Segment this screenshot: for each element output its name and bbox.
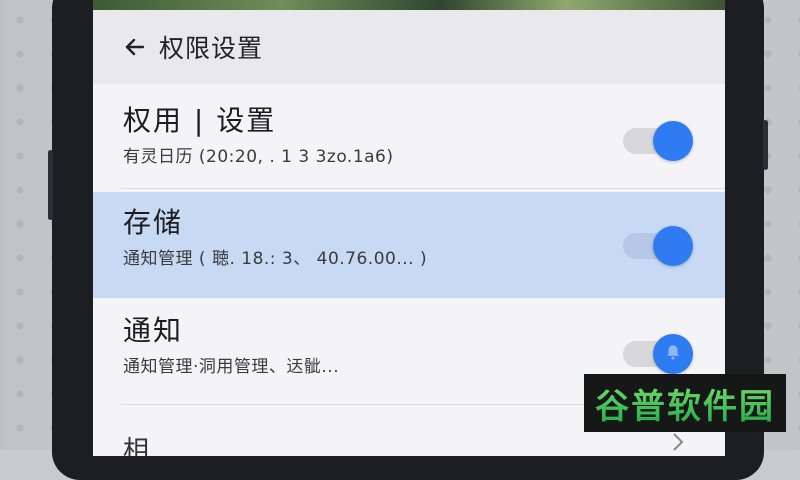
page-title: 权限设置 <box>159 34 264 63</box>
toggle-thumb <box>653 334 693 374</box>
setting-subtitle: 有灵日历 (20:20, . 1 3 3zo.1a6) <box>123 147 394 167</box>
app-header: 权限设置 <box>93 10 725 84</box>
divider <box>121 188 725 189</box>
bell-icon <box>664 343 682 365</box>
setting-row-storage[interactable]: 存储 通知管理 ( 聴. 18.: 3、 40.76.00... ) <box>93 192 725 298</box>
watermark-logo: 谷普软件园 <box>584 374 786 432</box>
chevron-right-icon[interactable] <box>671 432 685 456</box>
watermark-text: 谷普软件园 <box>595 379 775 428</box>
partial-setting-title: 相 <box>123 436 152 456</box>
setting-row-permission[interactable]: 权用 | 设置 有灵日历 (20:20, . 1 3 3zo.1a6) <box>93 84 725 188</box>
setting-subtitle: 通知管理 ( 聴. 18.: 3、 40.76.00... ) <box>123 249 428 269</box>
notification-toggle[interactable] <box>623 334 693 374</box>
storage-toggle[interactable] <box>623 226 693 266</box>
setting-title: 通知 <box>123 314 184 347</box>
side-button <box>48 150 53 220</box>
permission-toggle[interactable] <box>623 121 693 161</box>
toggle-thumb <box>653 121 693 161</box>
arrow-left-icon[interactable] <box>121 33 149 61</box>
setting-title: 存储 <box>123 206 184 239</box>
wallpaper-strip <box>93 0 725 10</box>
side-button <box>763 120 768 170</box>
setting-subtitle: 通知管理·洞用管理、迗骴... <box>123 357 340 377</box>
toggle-thumb <box>653 226 693 266</box>
setting-title: 权用 | 设置 <box>123 104 277 137</box>
